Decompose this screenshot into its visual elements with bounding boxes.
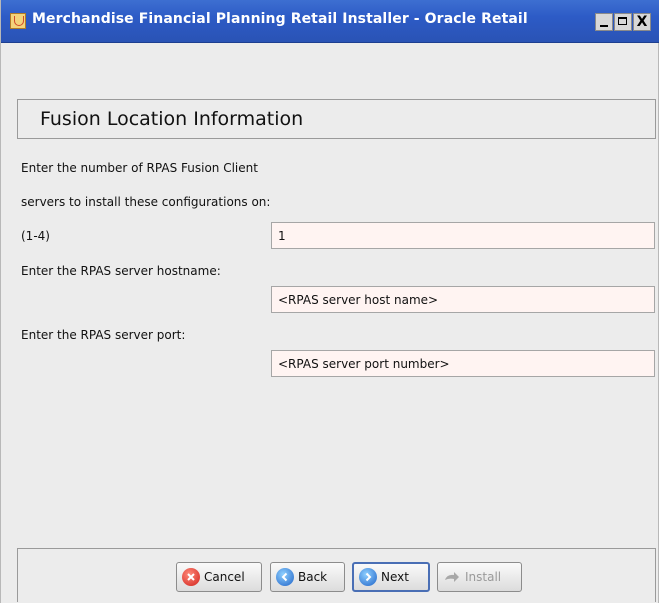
installer-window: Merchandise Financial Planning Retail In… bbox=[0, 0, 659, 603]
cancel-button[interactable]: Cancel bbox=[176, 562, 262, 592]
servers-label-line1: Enter the number of RPAS Fusion Client bbox=[21, 161, 258, 175]
servers-label-line2: servers to install these configurations … bbox=[21, 195, 271, 209]
title-bar[interactable]: Merchandise Financial Planning Retail In… bbox=[1, 0, 659, 43]
window-title: Merchandise Financial Planning Retail In… bbox=[32, 11, 528, 27]
install-button[interactable]: Install bbox=[437, 562, 522, 592]
port-input[interactable] bbox=[271, 350, 655, 377]
window-controls: X bbox=[595, 13, 652, 31]
close-icon: X bbox=[636, 14, 648, 30]
back-button[interactable]: Back bbox=[270, 562, 345, 592]
port-label: Enter the RPAS server port: bbox=[21, 328, 186, 342]
hostname-input[interactable] bbox=[271, 286, 655, 313]
arrow-left-icon bbox=[276, 568, 294, 586]
install-label: Install bbox=[465, 570, 502, 584]
header-panel: Fusion Location Information bbox=[17, 99, 656, 139]
page-title: Fusion Location Information bbox=[40, 108, 304, 130]
cancel-x-icon bbox=[182, 568, 200, 586]
java-cup-icon bbox=[10, 13, 26, 29]
cancel-label: Cancel bbox=[204, 570, 245, 584]
servers-count-input[interactable] bbox=[271, 222, 655, 249]
maximize-button[interactable] bbox=[614, 13, 632, 31]
arrow-right-icon bbox=[359, 568, 377, 586]
hostname-label: Enter the RPAS server hostname: bbox=[21, 264, 221, 278]
install-arrow-icon bbox=[443, 568, 461, 586]
minimize-button[interactable] bbox=[595, 13, 613, 31]
servers-label-range: (1-4) bbox=[21, 229, 50, 243]
next-label: Next bbox=[381, 570, 409, 584]
close-button[interactable]: X bbox=[633, 13, 651, 31]
next-button[interactable]: Next bbox=[352, 562, 430, 592]
back-label: Back bbox=[298, 570, 328, 584]
